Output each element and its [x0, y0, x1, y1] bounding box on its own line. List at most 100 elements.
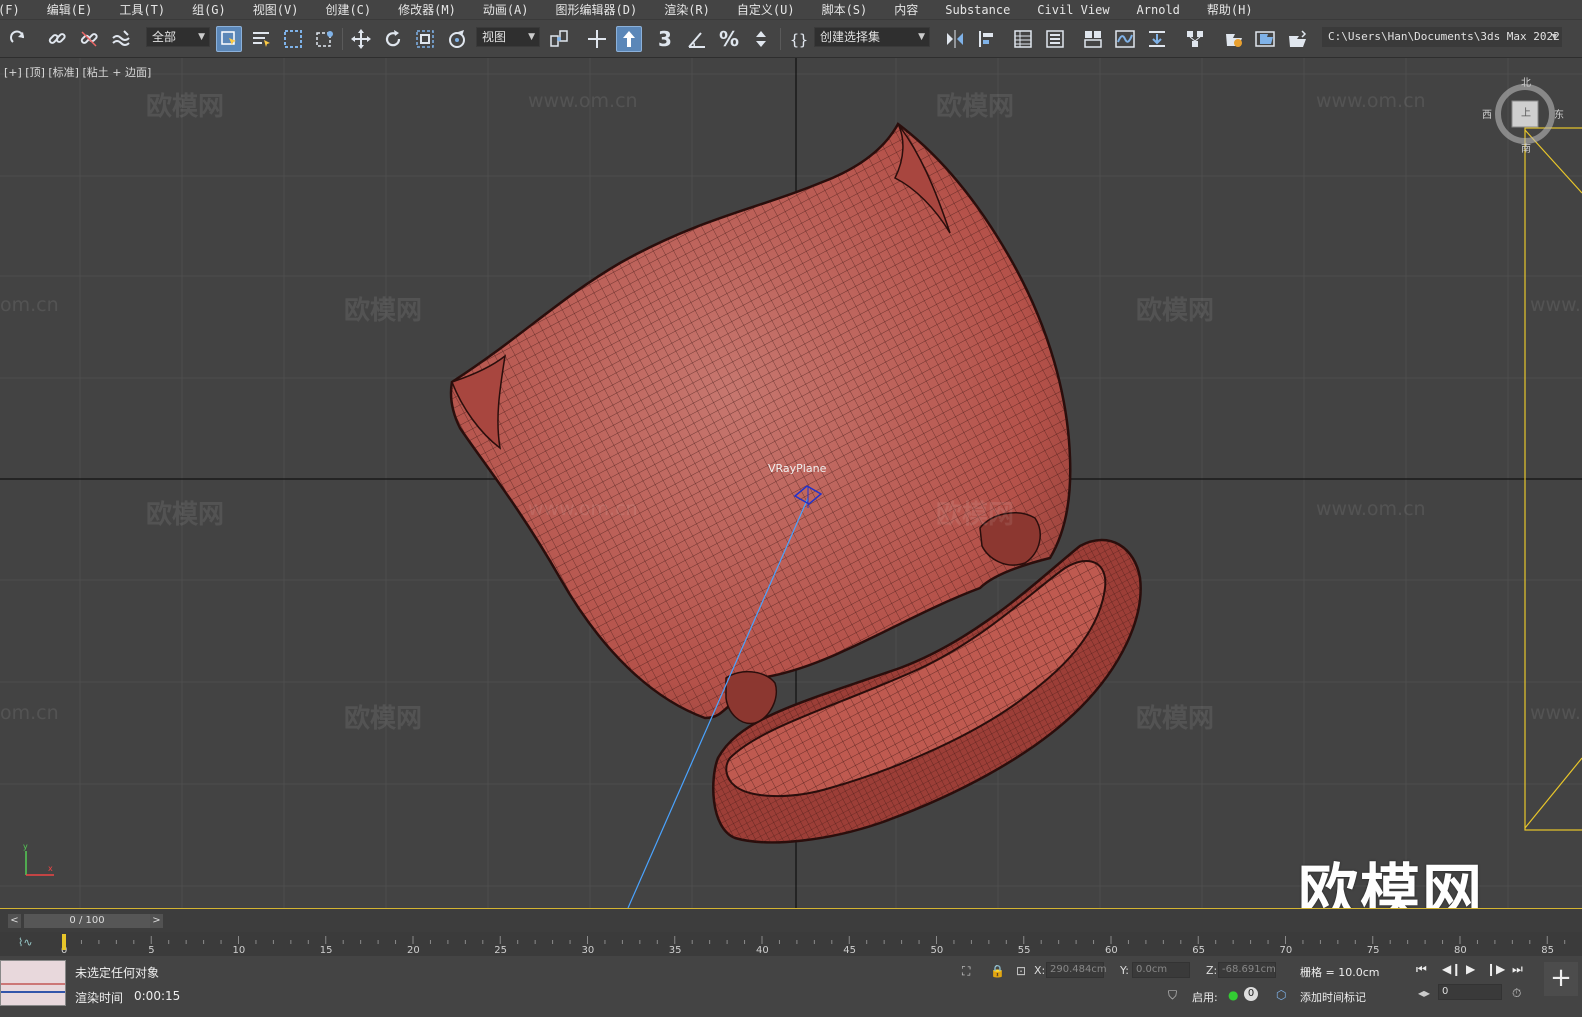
keyboard-shortcut-override-icon[interactable] [616, 26, 642, 52]
menu-item[interactable]: 内容 [894, 1, 918, 18]
sofa-model [449, 122, 1142, 844]
menu-item[interactable]: (F) [0, 3, 20, 17]
menu-item[interactable]: 自定义(U) [737, 1, 795, 18]
status-message: 未选定任何对象 [75, 966, 160, 980]
render-setup-icon[interactable] [1220, 26, 1246, 52]
align-icon[interactable] [974, 26, 1000, 52]
track-tick-label: 5 [148, 945, 154, 956]
menu-item[interactable]: 编辑(E) [47, 1, 93, 18]
move-icon[interactable] [348, 26, 374, 52]
time-slider-prev-button[interactable]: < [8, 914, 21, 928]
angle-snap-icon[interactable] [684, 26, 710, 52]
rectangular-selection-icon[interactable] [280, 26, 306, 52]
view-cube-south[interactable]: 南 [1521, 140, 1531, 155]
window-crossing-icon[interactable] [312, 26, 338, 52]
menu-item[interactable]: 渲染(R) [664, 1, 710, 18]
menu-item[interactable]: 动画(A) [483, 1, 529, 18]
viewport-label[interactable]: [+] [顶] [标准] [粘土 + 边面] [4, 64, 151, 80]
time-configuration-icon[interactable]: ⏱ [1512, 986, 1521, 1001]
view-cube-face[interactable]: 上 [1521, 104, 1531, 119]
render-production-icon[interactable] [1284, 26, 1310, 52]
watermark-logo: 欧模网 [1298, 858, 1484, 908]
absolute-mode-icon[interactable]: ⊡ [1016, 964, 1026, 978]
view-cube-east[interactable]: 东 [1554, 106, 1564, 121]
track-bar[interactable]: ⌇∿ 0 5 10 15 20 25 30 35 40 45 50 55 60 65 70 75 80 85 [0, 932, 1582, 956]
maxscript-mini-listener[interactable] [0, 960, 66, 1006]
menu-item[interactable]: Substance [945, 3, 1010, 17]
view-cube-west[interactable]: 西 [1482, 106, 1492, 121]
select-object-icon[interactable] [216, 26, 242, 52]
menu-item[interactable]: 视图(V) [253, 1, 299, 18]
percent-snap-icon[interactable]: % [716, 26, 742, 52]
select-manipulate-icon[interactable] [584, 26, 610, 52]
render-time-label: 渲染时间 [75, 991, 124, 1005]
snap-toggle-icon[interactable]: 3 [652, 26, 678, 52]
menu-item[interactable]: 组(G) [192, 1, 226, 18]
svg-text:x: x [48, 864, 53, 873]
menu-item[interactable]: 帮助(H) [1207, 1, 1253, 18]
time-slider-next-button[interactable]: > [150, 914, 163, 928]
rendered-frame-window-icon[interactable] [1252, 26, 1278, 52]
menu-item[interactable]: 创建(C) [325, 1, 371, 18]
next-frame-icon[interactable]: ❙▶ [1486, 962, 1505, 976]
edit-named-selection-icon[interactable]: {} [786, 26, 812, 52]
pivot-center-icon[interactable] [546, 26, 572, 52]
coord-y-label: Y: [1120, 964, 1129, 977]
menu-item[interactable]: Civil View [1037, 3, 1109, 17]
view-cube-north[interactable]: 北 [1521, 74, 1531, 89]
time-tag-icon[interactable]: ⬡ [1276, 988, 1286, 1002]
toggle-ribbon-icon[interactable] [1080, 26, 1106, 52]
bind-space-warp-icon[interactable] [108, 26, 134, 52]
menu-item[interactable]: 修改器(M) [398, 1, 456, 18]
scene-explorer-icon[interactable] [1010, 26, 1036, 52]
link-icon[interactable] [44, 26, 70, 52]
time-slider[interactable]: < 0 / 100 > [0, 908, 1582, 932]
coord-z-label: Z: [1206, 964, 1218, 977]
layer-explorer-icon[interactable] [1042, 26, 1068, 52]
spinner-snap-icon[interactable] [748, 26, 774, 52]
mirror-icon[interactable] [942, 26, 968, 52]
curve-editor-icon[interactable] [1112, 26, 1138, 52]
coord-z-field[interactable]: -68.691cm [1218, 962, 1276, 978]
current-frame-marker[interactable] [62, 934, 66, 950]
isolate-selection-icon[interactable]: ⛶ [962, 964, 970, 979]
track-tick-label: 55 [1018, 945, 1031, 956]
track-tick-label: 15 [320, 945, 333, 956]
coord-x-label: X: [1034, 964, 1046, 977]
place-icon[interactable] [444, 26, 470, 52]
named-selection-set-dropdown[interactable]: 创建选择集 ▼ [814, 27, 930, 47]
schematic-view-icon[interactable] [1144, 26, 1170, 52]
menu-item[interactable]: Arnold [1137, 3, 1180, 17]
go-to-end-icon[interactable]: ⏭ [1512, 962, 1523, 977]
enable-count-badge[interactable]: 0 [1244, 987, 1258, 1001]
command-panel-plus-button[interactable]: + [1544, 962, 1578, 996]
track-tick-label: 50 [931, 945, 944, 956]
key-mode-icon[interactable]: ◂▸ [1418, 986, 1430, 1000]
enable-label: 启用: [1192, 991, 1218, 1004]
scale-icon[interactable] [412, 26, 438, 52]
lock-selection-icon[interactable]: 🔒 [990, 964, 1005, 978]
current-frame-field[interactable]: 0 [1438, 984, 1502, 1000]
go-to-start-icon[interactable]: ⏮ [1416, 962, 1427, 977]
rotate-icon[interactable] [380, 26, 406, 52]
view-cube[interactable]: 北 上 西 东 南 [1482, 78, 1564, 155]
select-by-name-icon[interactable] [248, 26, 274, 52]
coord-y-field[interactable]: 0.0cm [1132, 962, 1190, 978]
viewport-top[interactable]: [+] [顶] [标准] [粘土 + 边面] 欧模网 www.om.cn 欧模网… [0, 58, 1582, 908]
material-editor-icon[interactable] [1182, 26, 1208, 52]
selection-filter-dropdown[interactable]: 全部 ▼ [146, 27, 210, 47]
time-slider-thumb[interactable]: 0 / 100 [24, 914, 150, 928]
menu-item[interactable]: 工具(T) [119, 1, 165, 18]
add-time-tag-button[interactable]: 添加时间标记 [1300, 989, 1366, 1005]
unlink-icon[interactable] [76, 26, 102, 52]
previous-frame-icon[interactable]: ◀❙ [1442, 962, 1461, 976]
adaptive-degradation-icon[interactable]: ⛉ [1168, 988, 1177, 1003]
project-folder-dropdown[interactable]: C:\Users\Han\Documents\3ds Max 2022 ▼ [1322, 27, 1562, 47]
reference-coordinate-dropdown[interactable]: 视图 ▼ [476, 27, 540, 47]
coord-x-field[interactable]: 290.484cm [1046, 962, 1107, 978]
menu-item[interactable]: 脚本(S) [822, 1, 868, 18]
redo-icon[interactable] [6, 26, 32, 52]
play-icon[interactable]: ▶ [1466, 962, 1475, 976]
menu-item[interactable]: 图形编辑器(D) [556, 1, 638, 18]
track-tick-label: 70 [1280, 945, 1293, 956]
